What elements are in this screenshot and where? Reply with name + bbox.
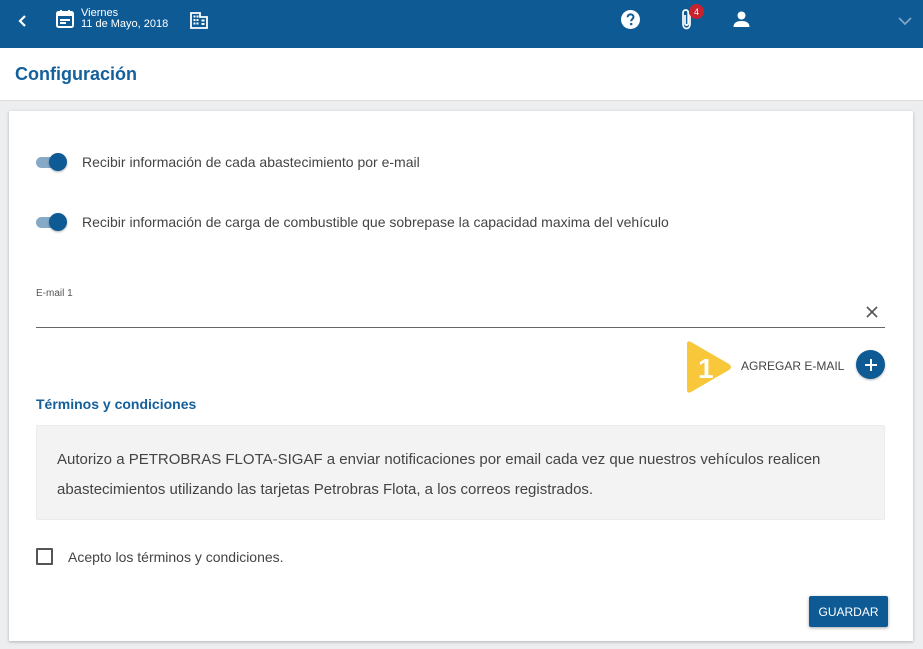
settings-card: Recibir información de cada abastecimien… — [9, 111, 913, 641]
plus-icon — [864, 358, 877, 371]
toggle-thumb — [49, 153, 67, 171]
terms-title: Términos y condiciones — [36, 396, 197, 412]
add-email-button[interactable] — [856, 350, 885, 379]
terms-text: Autorizo a PETROBRAS FLOTA-SIGAF a envia… — [36, 425, 885, 520]
accept-terms-row[interactable]: Acepto los términos y condiciones. — [36, 548, 284, 565]
save-button[interactable]: GUARDAR — [809, 596, 888, 627]
toggle-thumb — [49, 213, 67, 231]
page-header: Configuración — [0, 48, 923, 101]
toggle-refuel-email[interactable] — [36, 152, 68, 172]
close-icon[interactable] — [864, 304, 880, 320]
header-full-date: 11 de Mayo, 2018 — [81, 18, 169, 30]
page-title: Configuración — [15, 64, 137, 84]
toggle-row-overcapacity[interactable]: Recibir información de carga de combusti… — [36, 212, 669, 232]
back-icon[interactable] — [12, 10, 34, 32]
help-icon[interactable] — [620, 9, 641, 30]
toggle-row-refuel-email[interactable]: Recibir información de cada abastecimien… — [36, 152, 420, 172]
header-date: Viernes 11 de Mayo, 2018 — [81, 8, 168, 30]
building-icon[interactable] — [189, 10, 209, 30]
calendar-icon — [55, 9, 75, 29]
accept-terms-label: Acepto los términos y condiciones. — [68, 548, 284, 565]
user-icon[interactable] — [731, 9, 752, 30]
accept-terms-checkbox[interactable] — [36, 548, 53, 565]
top-bar: Viernes 11 de Mayo, 2018 4 — [0, 0, 923, 48]
toggle-overcapacity[interactable] — [36, 212, 68, 232]
chevron-down-icon[interactable] — [895, 11, 915, 31]
notification-badge: 4 — [689, 4, 704, 19]
toggle-label-overcapacity: Recibir información de carga de combusti… — [82, 214, 669, 230]
email-field-label: E-mail 1 — [36, 288, 73, 299]
step-marker-number: 1 — [698, 353, 714, 384]
add-email-label[interactable]: AGREGAR E-MAIL — [741, 359, 844, 373]
email-field[interactable] — [36, 301, 885, 328]
step-marker-icon: 1 — [687, 341, 731, 393]
toggle-label-refuel-email: Recibir información de cada abastecimien… — [82, 154, 420, 170]
